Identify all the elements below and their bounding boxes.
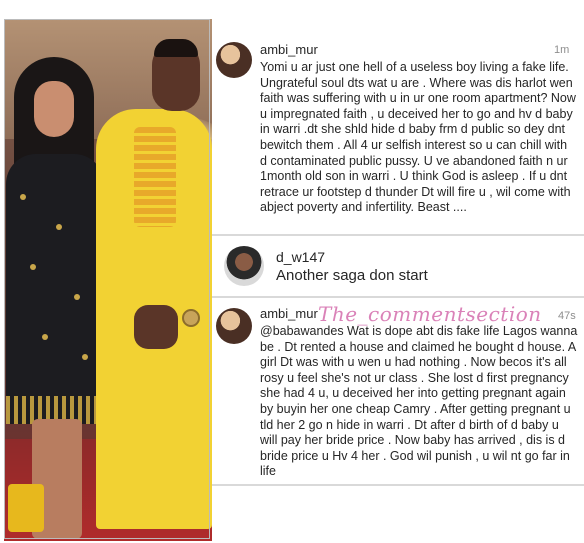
- avatar[interactable]: [216, 42, 252, 78]
- comment-text: Another saga don start: [276, 267, 428, 284]
- comment-card: d_w147 Another saga don start: [212, 238, 584, 296]
- comment-username[interactable]: ambi_mur: [260, 306, 318, 321]
- dress-pattern: [56, 224, 62, 230]
- avatar[interactable]: [224, 246, 264, 286]
- comment-timestamp: 1m: [554, 44, 570, 56]
- comments-panel: ambi_mur 1m Yomi u ar just one hell of a…: [212, 0, 584, 543]
- robe-embroidery: [134, 127, 176, 227]
- dress-pattern: [82, 354, 88, 360]
- comment-timestamp: 47s: [558, 310, 576, 322]
- dress-pattern: [42, 334, 48, 340]
- avatar[interactable]: [216, 308, 252, 344]
- comment-text: @babawandes Wat is dope abt dis fake lif…: [260, 324, 578, 479]
- couple-photo: [4, 19, 212, 541]
- woman-dress: [6, 154, 104, 424]
- wristwatch: [182, 309, 200, 327]
- comment-card: ambi_mur 47s @babawandes Wat is dope abt…: [212, 300, 584, 510]
- watermark-text: The_commentsection: [318, 302, 542, 326]
- comment-card: ambi_mur 1m Yomi u ar just one hell of a…: [212, 30, 584, 230]
- dress-pattern: [20, 194, 26, 200]
- dress-pattern: [30, 264, 36, 270]
- man-hair: [154, 39, 198, 57]
- comment-username[interactable]: ambi_mur: [260, 42, 318, 57]
- comment-divider: [212, 234, 584, 236]
- comment-divider: [212, 296, 584, 298]
- man-hands: [134, 305, 178, 349]
- dress-pattern: [74, 294, 80, 300]
- screenshot-frame: ambi_mur 1m Yomi u ar just one hell of a…: [0, 0, 584, 543]
- comment-divider: [212, 484, 584, 486]
- comment-text: Yomi u ar just one hell of a useless boy…: [260, 60, 576, 215]
- comment-username[interactable]: d_w147: [276, 249, 325, 265]
- yellow-handbag: [8, 484, 44, 532]
- woman-face: [34, 81, 74, 137]
